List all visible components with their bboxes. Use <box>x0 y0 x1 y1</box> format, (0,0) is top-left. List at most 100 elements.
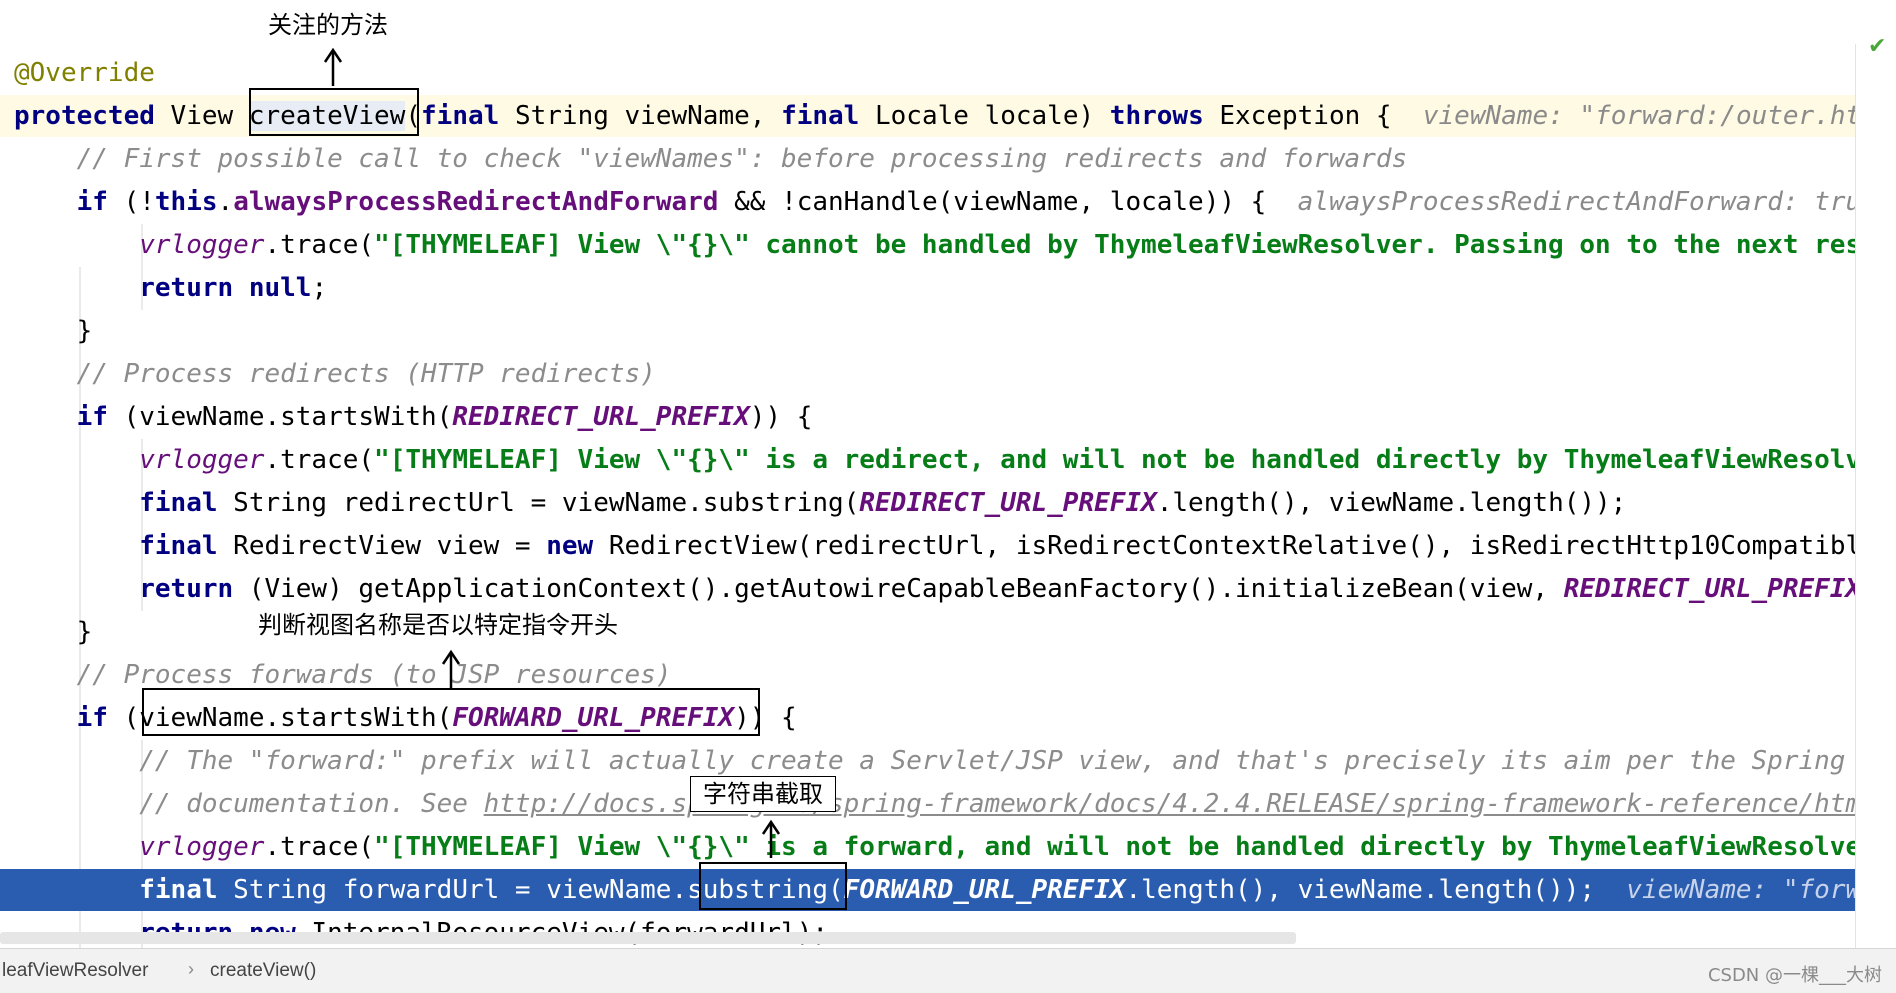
code-line[interactable]: if (viewName.startsWith(REDIRECT_URL_PRE… <box>0 396 1869 438</box>
code-token: null <box>248 273 312 303</box>
code-line[interactable]: protected View createView( final String v… <box>0 95 1869 137</box>
code-token: } <box>14 617 93 647</box>
code-line[interactable]: // First possible call to check "viewNam… <box>0 138 1869 180</box>
code-token: .length(), viewName.length()); <box>1125 875 1627 905</box>
prefix-note: 判断视图名称是否以特定指令开头 <box>258 611 618 639</box>
code-token: String redirectUrl = viewName.substring( <box>217 488 860 518</box>
code-line[interactable]: return null; <box>0 267 1869 309</box>
code-token: alwaysProcessRedirectAndForward: true <box>1297 187 1869 217</box>
code-token: Locale locale) <box>859 101 1110 131</box>
code-token: protected <box>14 101 155 131</box>
code-token: // Process redirects (HTTP redirects) <box>76 359 656 389</box>
code-line[interactable]: final String forwardUrl = viewName.subst… <box>0 869 1869 911</box>
code-token: .length(), viewName.length()); <box>1156 488 1627 518</box>
code-token: )) { <box>749 402 813 432</box>
code-line[interactable]: final String redirectUrl = viewName.subs… <box>0 482 1869 524</box>
error-stripe-gutter[interactable] <box>1855 44 1896 948</box>
code-token: String viewName, <box>499 101 782 131</box>
horizontal-scrollbar[interactable] <box>0 932 1296 944</box>
code-line[interactable]: @Override <box>0 52 1869 94</box>
code-line[interactable]: vrlogger.trace("[THYMELEAF] View \"{}\" … <box>0 224 1869 266</box>
code-token: vrlogger <box>139 445 265 475</box>
code-token: FORWARD_URL_PREFIX <box>843 875 1126 905</box>
code-token: return <box>139 273 234 303</box>
chevron-right-icon: › <box>188 959 194 979</box>
code-line[interactable]: if (viewName.startsWith(FORWARD_URL_PREF… <box>0 697 1869 739</box>
code-token: // documentation. See <box>139 789 484 819</box>
breadcrumb-class[interactable]: leafViewResolver <box>2 960 148 982</box>
code-token: "[THYMELEAF] View \"{}\" is a forward, a… <box>374 832 1869 862</box>
code-token: ( <box>107 703 140 733</box>
method-note: 关注的方法 <box>268 11 388 39</box>
code-editor[interactable]: @Override protected View createView(final… <box>0 44 1896 948</box>
code-token: // The "forward:" prefix will actually c… <box>139 746 1846 776</box>
code-token: View <box>154 101 249 131</box>
code-token: viewName.startsWith( <box>139 703 453 733</box>
code-token: throws <box>1109 101 1204 131</box>
code-line[interactable]: // The "forward:" prefix will actually c… <box>0 740 1869 782</box>
code-line[interactable]: // Process forwards (to JSP resources) <box>0 654 1869 696</box>
code-token: )) { <box>734 703 797 733</box>
code-token: vrlogger <box>139 832 265 862</box>
code-token: . <box>217 187 234 217</box>
code-token: if <box>76 402 108 432</box>
code-line[interactable]: final RedirectView view = new RedirectVi… <box>0 525 1869 567</box>
code-token: REDIRECT_URL_PREFIX <box>1563 574 1862 604</box>
substring-note: 字符串截取 <box>690 776 836 812</box>
code-line[interactable]: vrlogger.trace("[THYMELEAF] View \"{}\" … <box>0 826 1869 868</box>
code-token: ; <box>311 273 328 303</box>
code-token: // Process forwards (to JSP resources) <box>76 660 672 690</box>
code-token: new <box>546 531 594 561</box>
code-token: (View) getApplicationContext().getAutowi… <box>233 574 1564 604</box>
code-token: .trace( <box>264 445 375 475</box>
code-token: (viewName.startsWith( <box>107 402 453 432</box>
code-line[interactable]: if (!this.alwaysProcessRedirectAndForwar… <box>0 181 1869 223</box>
code-token: final <box>781 101 860 131</box>
code-token: final <box>139 875 218 905</box>
code-token: REDIRECT_URL_PREFIX <box>452 402 750 432</box>
code-token: if <box>76 703 108 733</box>
code-token: Exception { <box>1203 101 1423 131</box>
code-token: RedirectView(redirectUrl, isRedirectCont… <box>593 531 1869 561</box>
code-token: REDIRECT_URL_PREFIX <box>859 488 1157 518</box>
watermark: CSDN @一棵___大树 <box>1707 965 1882 986</box>
code-token: "[THYMELEAF] View \"{}\" is a redirect, … <box>374 445 1869 475</box>
code-token: substring <box>687 875 829 905</box>
code-token: if <box>76 187 108 217</box>
code-token: vrlogger <box>139 230 265 260</box>
status-bar: leafViewResolver › createView() CSDN @一棵… <box>0 948 1896 993</box>
code-token: (! <box>107 187 155 217</box>
code-token: String forwardUrl = viewName. <box>217 875 688 905</box>
code-token: // First possible call to check "viewNam… <box>76 144 1408 174</box>
code-token: final <box>139 531 218 561</box>
code-token: FORWARD_URL_PREFIX <box>452 703 735 733</box>
code-token: alwaysProcessRedirectAndForward <box>233 187 719 217</box>
code-line[interactable]: } <box>0 310 1869 352</box>
breadcrumb-method[interactable]: createView() <box>210 960 316 982</box>
code-line[interactable]: vrlogger.trace("[THYMELEAF] View \"{}\" … <box>0 439 1869 481</box>
code-token: ( <box>405 101 422 131</box>
check-icon: ✔ <box>1868 34 1887 59</box>
code-line[interactable]: // Process redirects (HTTP redirects) <box>0 353 1869 395</box>
code-token: "[THYMELEAF] View \"{}\" cannot be handl… <box>374 230 1869 260</box>
code-token: && !canHandle(viewName, locale)) { <box>718 187 1298 217</box>
code-token: .trace( <box>264 230 375 260</box>
code-line[interactable]: return (View) getApplicationContext().ge… <box>0 568 1869 610</box>
code-line[interactable]: // documentation. See http://docs.spring… <box>0 783 1869 825</box>
code-token: RedirectView view = <box>217 531 547 561</box>
code-token: createView <box>248 101 406 131</box>
code-token: ( <box>828 875 844 905</box>
code-token: @Override <box>14 58 155 88</box>
